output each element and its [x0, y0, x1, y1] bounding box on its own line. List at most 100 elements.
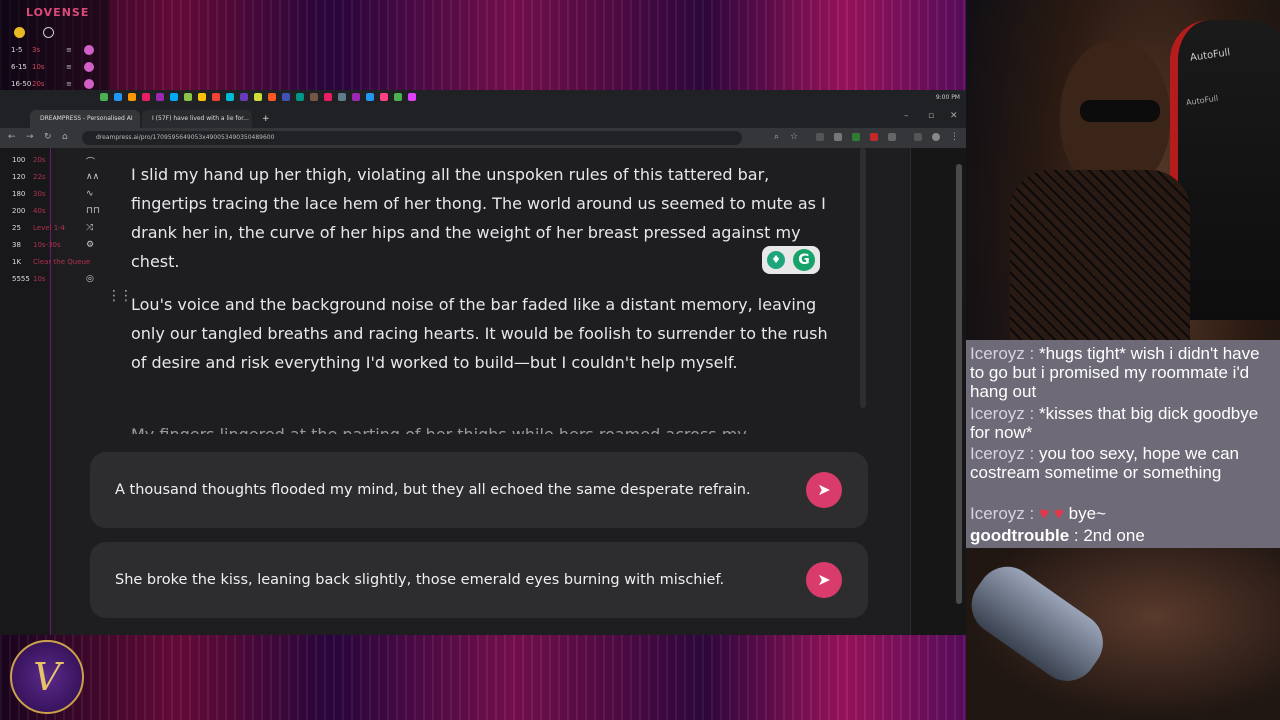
settings-icon: ⚙ [86, 240, 95, 250]
grammarly-suggestion-icon[interactable]: ♦ [767, 251, 785, 269]
chat-message: goodtrouble : 2nd one [970, 526, 1274, 545]
chat-separator: : [1024, 404, 1039, 423]
tab-reddit[interactable]: I (57F) have lived with a lie for... [142, 110, 252, 128]
app-icon[interactable] [212, 93, 220, 101]
story-scrollbar[interactable] [860, 148, 866, 408]
app-icon[interactable] [296, 93, 304, 101]
app-icon[interactable] [198, 93, 206, 101]
logo-letter: V [33, 655, 61, 699]
chat-message: Iceroyz : *kisses that big dick goodbye … [970, 404, 1274, 442]
forward-icon[interactable]: → [26, 132, 34, 142]
sunglasses [1080, 100, 1160, 122]
tab-dreampress[interactable]: DREAMPRESS - Personalised AI [30, 110, 140, 128]
app-icon[interactable] [226, 93, 234, 101]
wave-icon: ≡ [66, 46, 72, 54]
tip-duration: 10s [32, 63, 45, 71]
story-paragraph[interactable]: I slid my hand up her thigh, violating a… [131, 160, 831, 276]
story-text[interactable]: I slid my hand up her thigh, violating a… [131, 160, 831, 391]
url-input[interactable]: dreampress.ai/pro/1709595649053x49005349… [82, 131, 742, 145]
grammarly-widget[interactable]: ♦ G [762, 246, 820, 274]
tip-amount: 180 [12, 190, 26, 198]
tip-amount: 100 [12, 156, 26, 164]
app-icon[interactable] [240, 93, 248, 101]
app-icon[interactable] [408, 93, 416, 101]
reload-icon[interactable]: ↻ [44, 132, 52, 142]
menu-kebab-icon[interactable]: ⋮ [950, 132, 959, 142]
send-arrow-icon[interactable]: ➤ [806, 472, 842, 508]
tip-duration: 20s [32, 80, 45, 88]
suggestion-card[interactable]: She broke the kiss, leaning back slightl… [90, 542, 868, 618]
tip-duration: 40s [33, 207, 46, 215]
tip-amount: 200 [12, 207, 26, 215]
app-icon[interactable] [338, 93, 346, 101]
new-tab-button[interactable]: + [256, 110, 276, 128]
streamer-torso [1010, 170, 1190, 350]
app-icon[interactable] [380, 93, 388, 101]
close-icon[interactable]: ✕ [950, 111, 958, 121]
extension-icon[interactable] [834, 133, 842, 141]
back-icon[interactable]: ← [8, 132, 16, 142]
extension-icon[interactable] [852, 133, 860, 141]
tip-level-row: 1K Clear the Queue [0, 256, 110, 270]
extension-icon[interactable] [816, 133, 824, 141]
app-icon[interactable] [156, 93, 164, 101]
chat-separator: : [1024, 344, 1039, 363]
wave-icon: ≡ [66, 80, 72, 88]
extension-icon[interactable] [888, 133, 896, 141]
tip-duration: 3s [32, 46, 41, 54]
chat-message: Iceroyz : *hugs tight* wish i didn't hav… [970, 344, 1274, 401]
tip-amount: 38 [12, 241, 21, 249]
page-scrollbar-thumb[interactable] [956, 164, 962, 604]
page-scrollbar[interactable] [956, 148, 963, 635]
pattern-icon: ⊓⊓ [86, 206, 101, 216]
drag-handle-icon[interactable]: ⋮⋮ [107, 288, 133, 304]
tip-level-row: 180 30s ∿ [0, 188, 110, 202]
story-paragraph[interactable]: Lou's voice and the background noise of … [131, 290, 831, 377]
home-icon[interactable]: ⌂ [62, 132, 68, 142]
app-icon[interactable] [254, 93, 262, 101]
chat-separator: : [1024, 444, 1039, 463]
bookmark-star-icon[interactable]: ☆ [790, 132, 798, 142]
tip-duration: 22s [33, 173, 46, 181]
minimize-icon[interactable]: – [904, 111, 909, 121]
tip-range: 1-5 [11, 46, 23, 54]
pattern-icon: ∿ [86, 189, 94, 199]
chat-text: 2nd one [1083, 526, 1145, 545]
app-icon[interactable] [310, 93, 318, 101]
chat-overlay: Iceroyz : *hugs tight* wish i didn't hav… [966, 340, 1280, 550]
app-icon[interactable] [366, 93, 374, 101]
profile-avatar[interactable] [932, 133, 940, 141]
tip-level-row: 38 10s-30s ⚙ [0, 239, 110, 253]
app-icon[interactable] [352, 93, 360, 101]
wave-icon: ≡ [66, 63, 72, 71]
suggestion-card[interactable]: A thousand thoughts flooded my mind, but… [90, 452, 868, 528]
app-icon[interactable] [184, 93, 192, 101]
zoom-icon[interactable]: ⌕ [774, 132, 779, 142]
app-icon[interactable] [324, 93, 332, 101]
extension-icon[interactable] [870, 133, 878, 141]
chat-username: Iceroyz [970, 504, 1025, 523]
pattern-icon: ∧∧ [86, 172, 100, 182]
suggestion-text: A thousand thoughts flooded my mind, but… [115, 482, 751, 498]
tip-duration: Level 1-4 [33, 224, 66, 232]
app-icon[interactable] [170, 93, 178, 101]
sidepanel-icon[interactable] [914, 133, 922, 141]
tip-duration: 30s [33, 190, 46, 198]
app-icon[interactable] [268, 93, 276, 101]
maximize-icon[interactable]: ▫ [928, 111, 934, 121]
app-icon[interactable] [128, 93, 136, 101]
lovense-logo: LOVENSE [26, 6, 90, 19]
tip-level-row: 200 40s ⊓⊓ [0, 205, 110, 219]
tip-amount: 5555 [12, 275, 30, 283]
app-icon[interactable] [394, 93, 402, 101]
grammarly-logo-icon[interactable]: G [793, 249, 815, 271]
clock-icon [43, 27, 54, 38]
app-icon[interactable] [282, 93, 290, 101]
app-icon[interactable] [142, 93, 150, 101]
app-icon[interactable] [100, 93, 108, 101]
tip-duration: 10s [33, 275, 46, 283]
send-arrow-icon[interactable]: ➤ [806, 562, 842, 598]
tip-level-row: 6-15 10s ≡ [8, 61, 100, 75]
app-icon[interactable] [114, 93, 122, 101]
tab-bar: 9:00 PM DREAMPRESS - Personalised AI I (… [0, 90, 966, 128]
